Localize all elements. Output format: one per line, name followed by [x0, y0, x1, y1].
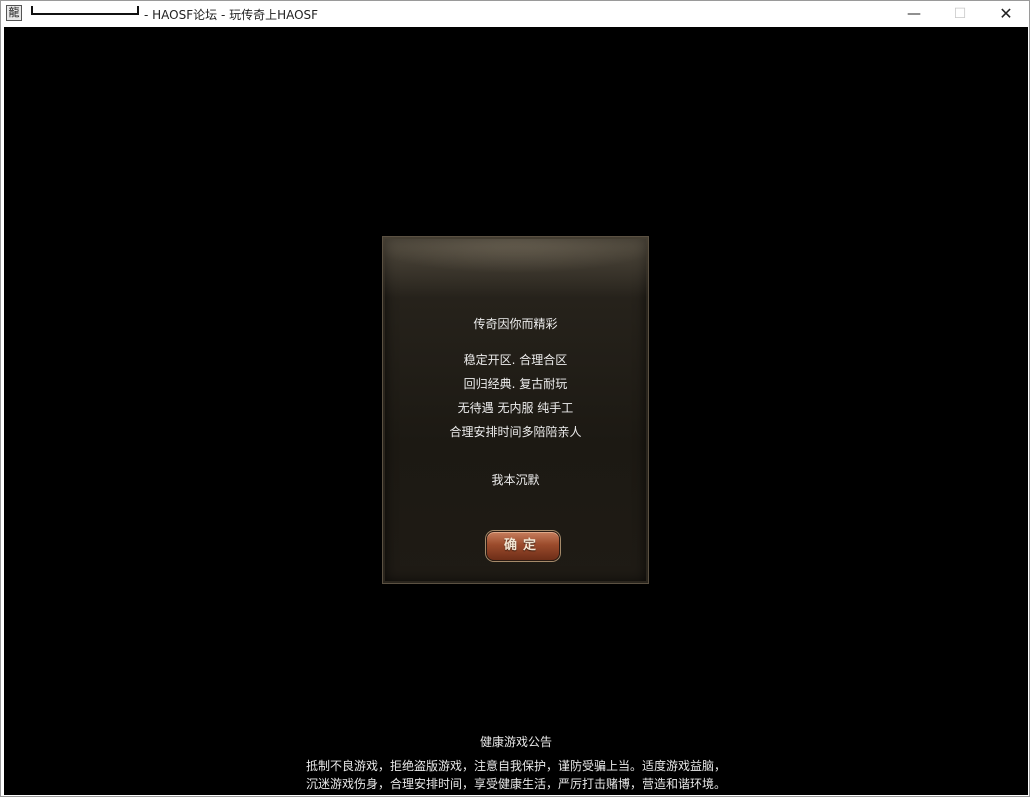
health-notice-title: 健康游戏公告: [479, 735, 552, 749]
confirm-button[interactable]: 确定: [486, 531, 560, 561]
dialog-line-1: 稳定开区. 合理合区: [463, 353, 568, 367]
minimize-button[interactable]: —: [891, 1, 937, 27]
close-button[interactable]: ✕: [983, 1, 1029, 27]
dialog-signature: 我本沉默: [491, 473, 540, 487]
game-canvas: 传奇因你而精彩 稳定开区. 合理合区 回归经典. 复古耐玩 无待遇 无内服 纯手…: [4, 27, 1028, 795]
dialog-line-3: 无待遇 无内服 纯手工: [457, 401, 574, 415]
window-left-edge: [1, 27, 4, 795]
app-icon[interactable]: 龍: [6, 5, 22, 21]
dialog-line-2: 回归经典. 复古耐玩: [463, 377, 568, 391]
window-title: - HAOSF论坛 - 玩传奇上HAOSF: [144, 8, 319, 22]
dialog-heading: 传奇因你而精彩: [473, 317, 558, 331]
health-notice-line-1: 抵制不良游戏，拒绝盗版游戏，注意自我保护，谨防受骗上当。适度游戏益脑，: [305, 759, 726, 773]
title-blank-field: [31, 6, 139, 15]
maximize-button[interactable]: ☐: [937, 1, 983, 27]
announcement-dialog: 传奇因你而精彩 稳定开区. 合理合区 回归经典. 复古耐玩 无待遇 无内服 纯手…: [382, 236, 649, 584]
game-window: 龍 - HAOSF论坛 - 玩传奇上HAOSF — ☐ ✕ 传奇因你而精彩 稳定…: [0, 0, 1030, 797]
title-bar[interactable]: 龍 - HAOSF论坛 - 玩传奇上HAOSF — ☐ ✕: [1, 1, 1029, 27]
dialog-line-4: 合理安排时间多陪陪亲人: [449, 425, 582, 439]
dialog-top-bevel: [383, 237, 648, 297]
health-notice-line-2: 沉迷游戏伤身，合理安排时间，享受健康生活，严厉打击赌博，营造和谐环境。: [305, 777, 726, 791]
